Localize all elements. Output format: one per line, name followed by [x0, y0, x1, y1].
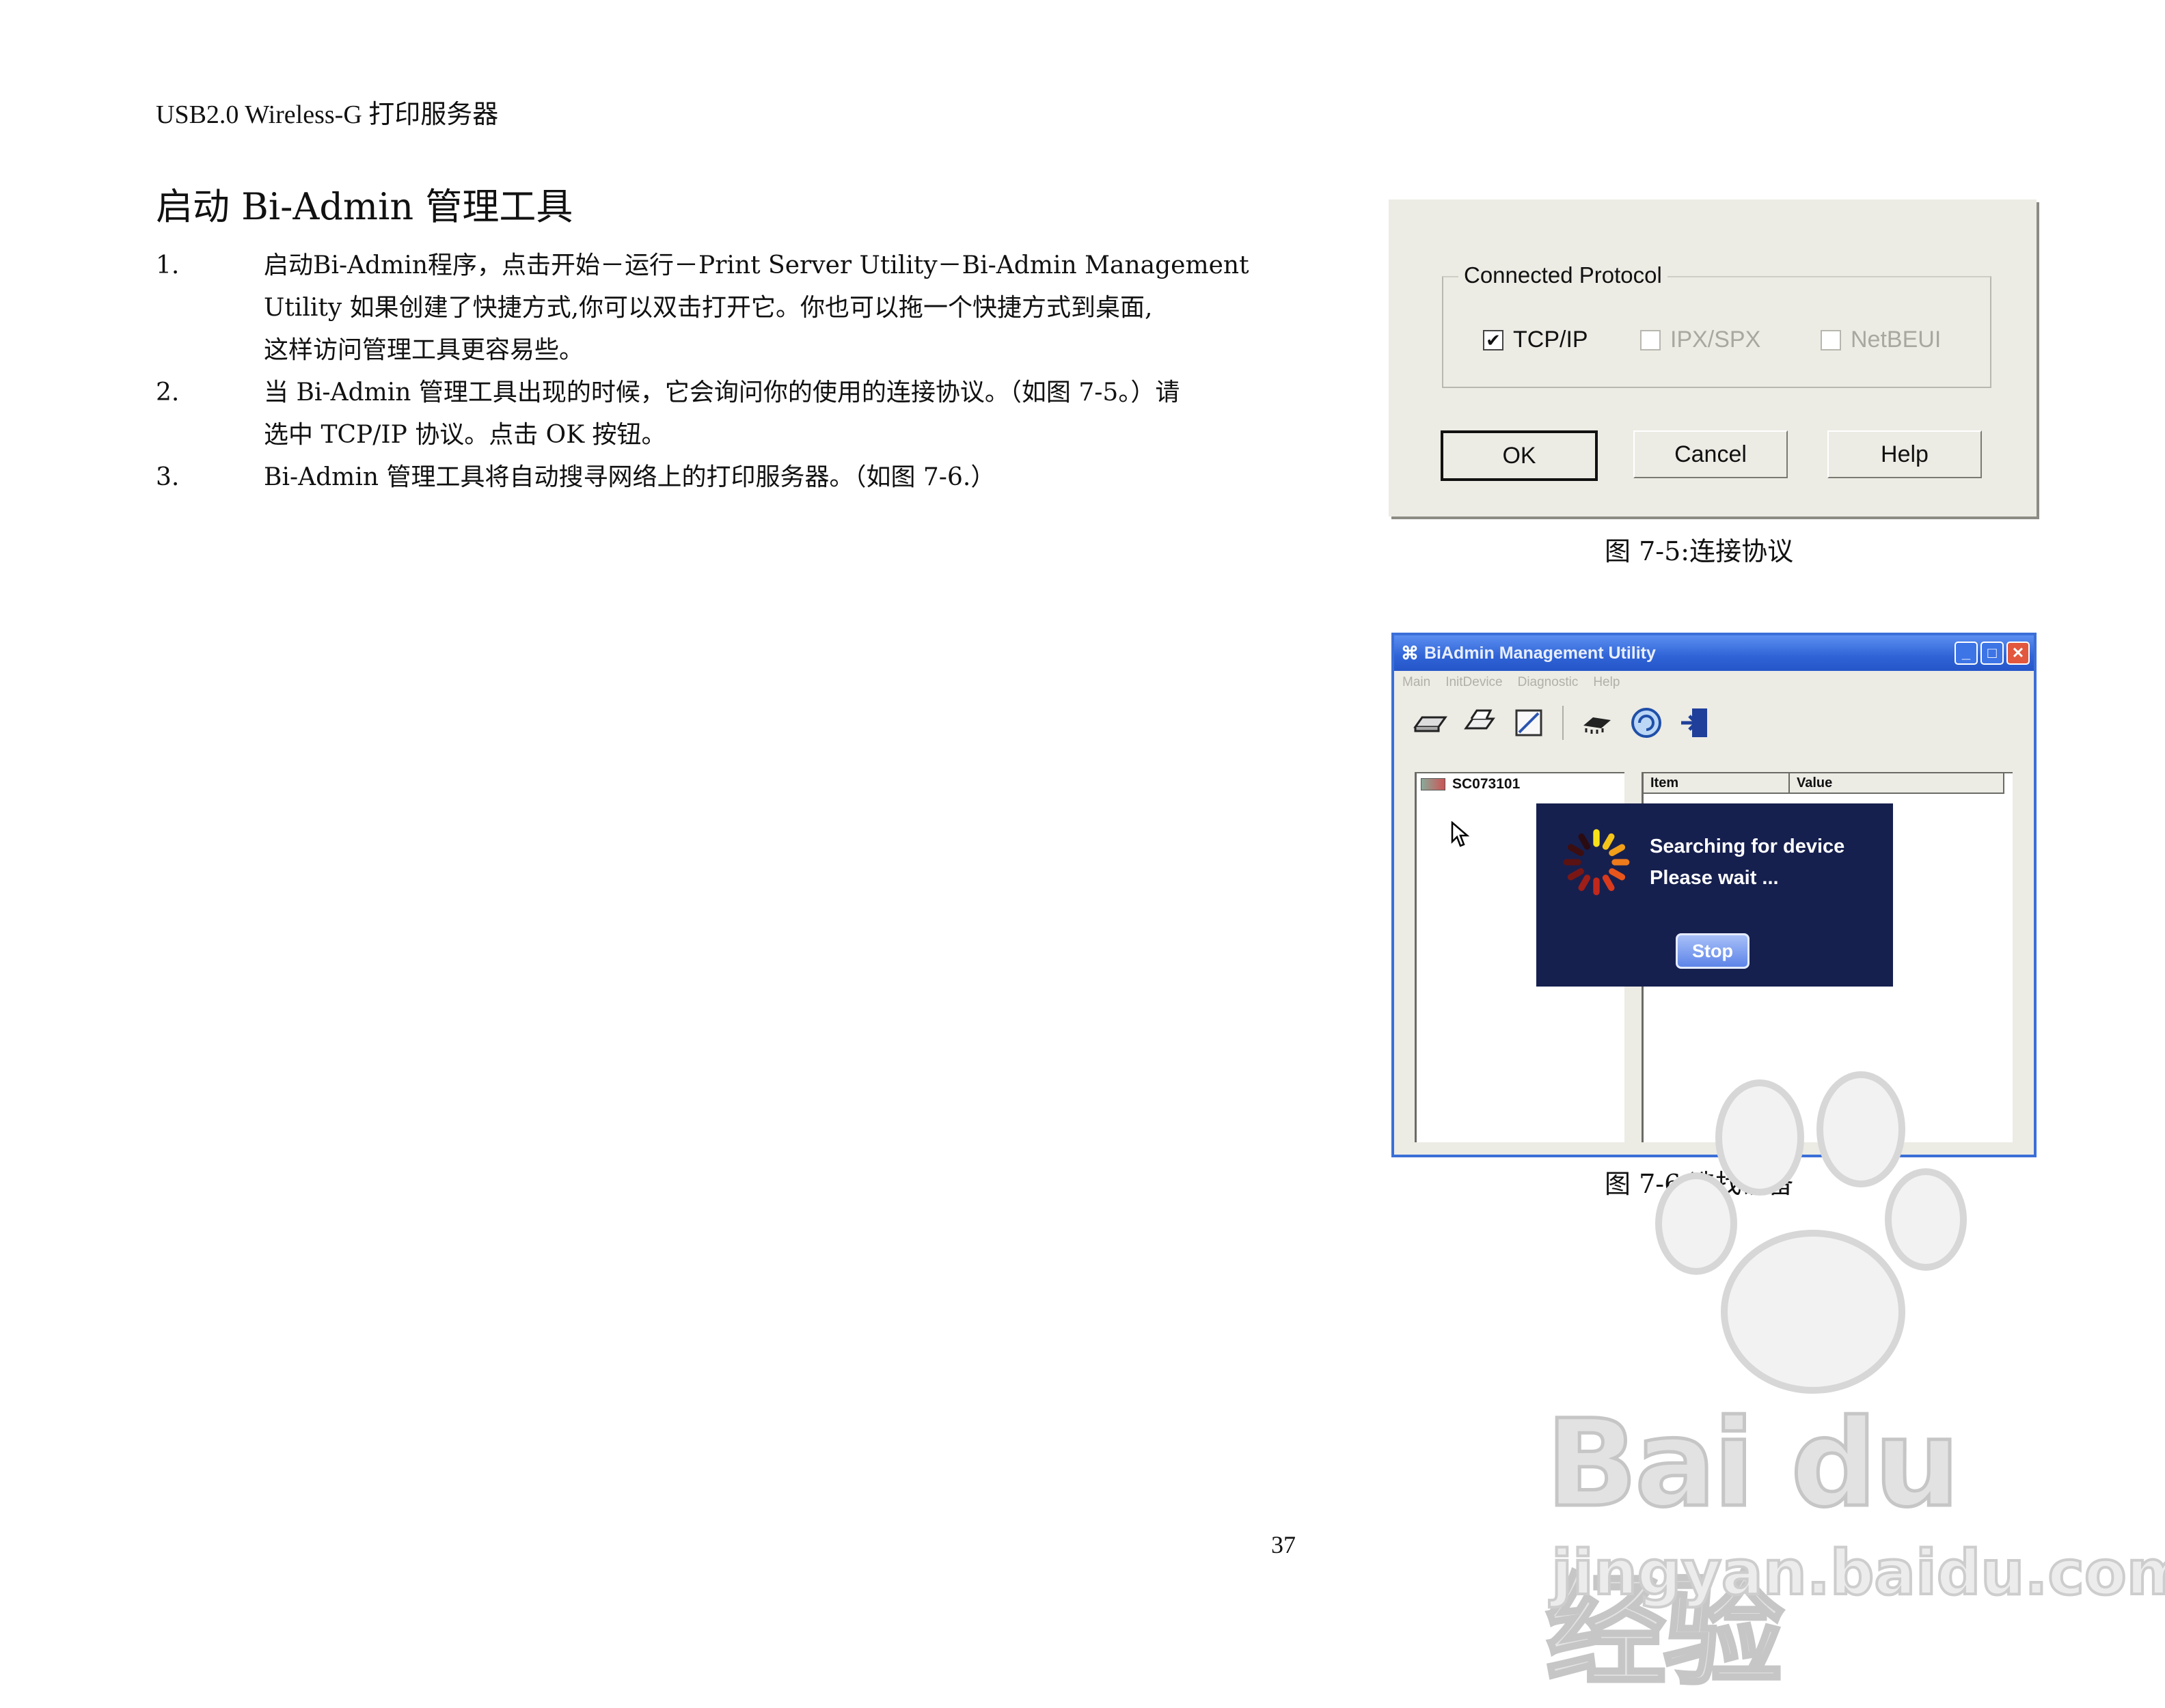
menu-initdevice[interactable]: InitDevice [1445, 675, 1502, 690]
maximize-icon[interactable]: □ [1980, 642, 2004, 665]
checkbox-box[interactable]: ✔ [1483, 329, 1503, 350]
steps-list: 1. 启动Bi-Admin程序，点击开始－运行－Print Server Uti… [156, 245, 1331, 499]
section-title: 启动 Bi-Admin 管理工具 [156, 185, 573, 228]
step-number: 3. [156, 463, 180, 491]
menu-help[interactable]: Help [1593, 675, 1620, 690]
edit-icon[interactable] [1509, 703, 1549, 743]
stop-button[interactable]: Stop [1676, 933, 1749, 969]
netbeui-checkbox: NetBEUI [1821, 327, 1941, 353]
column-header-item[interactable]: Item [1644, 773, 1790, 794]
device-icon[interactable] [1411, 703, 1450, 743]
protocol-dialog: Connected Protocol ✔ TCP/IP IPX/SPX NetB… [1389, 199, 2037, 516]
baidu-watermark: Bai du 经验 jingyan.baidu.com [1538, 1052, 2165, 1704]
step-text-line: 当 Bi-Admin 管理工具出现的时候，它会询问你的使用的连接协议。（如图 7… [264, 378, 1180, 407]
minimize-icon[interactable]: _ [1955, 642, 1978, 665]
close-icon[interactable]: ✕ [2006, 642, 2030, 665]
step-2: 2. 当 Bi-Admin 管理工具出现的时候，它会询问你的使用的连接协议。（如… [156, 372, 1331, 456]
searching-text: Searching for device Please wait ... [1650, 831, 1844, 894]
group-label: Connected Protocol [1458, 262, 1667, 288]
title-bar: ⌘ BiAdmin Management Utility _ □ ✕ [1394, 635, 2034, 671]
step-text-line: Bi-Admin 管理工具将自动搜寻网络上的打印服务器。（如图 7-6.） [264, 463, 996, 491]
spinner-icon [1563, 829, 1630, 896]
protocol-group: Connected Protocol ✔ TCP/IP IPX/SPX NetB… [1442, 262, 1991, 388]
toolbar-separator [1562, 706, 1564, 740]
device-icon [1421, 778, 1445, 790]
chip-icon[interactable] [1577, 703, 1617, 743]
searching-popup: Searching for device Please wait ... Sto… [1536, 803, 1893, 987]
cancel-button[interactable]: Cancel [1633, 430, 1788, 478]
column-header-value[interactable]: Value [1790, 773, 2004, 794]
step-text-line: 这样访问管理工具更容易些。 [264, 336, 584, 364]
step-text-line: Utility 如果创建了快捷方式,你可以双击打开它。你也可以拖一个快捷方式到桌… [264, 294, 1153, 322]
checkbox-label: IPX/SPX [1670, 327, 1761, 353]
print-server-icon[interactable] [1460, 703, 1499, 743]
mouse-cursor-icon [1449, 821, 1470, 855]
checkbox-label: TCP/IP [1513, 327, 1588, 353]
window-title: BiAdmin Management Utility [1424, 643, 1656, 663]
menu-bar: Main InitDevice Diagnostic Help [1394, 672, 2034, 693]
figure-caption: 图 7-5:连接协议 [1605, 536, 1794, 566]
menu-main[interactable]: Main [1402, 675, 1430, 690]
step-text-line: 选中 TCP/IP 协议。点击 OK 按钮。 [264, 421, 666, 449]
step-number: 1. [156, 251, 180, 279]
checkbox-box [1640, 329, 1661, 350]
menu-diagnostic[interactable]: Diagnostic [1518, 675, 1579, 690]
step-3: 3. Bi-Admin 管理工具将自动搜寻网络上的打印服务器。（如图 7-6.） [156, 456, 1331, 499]
step-number: 2. [156, 378, 180, 407]
paw-pad-icon [1721, 1230, 1905, 1394]
help-button[interactable]: Help [1827, 430, 1982, 478]
tree-item[interactable]: SC073101 [1421, 776, 1520, 793]
ipxspx-checkbox: IPX/SPX [1640, 327, 1760, 353]
refresh-icon[interactable] [1626, 703, 1666, 743]
ok-button[interactable]: OK [1441, 430, 1598, 481]
window-controls: _ □ ✕ [1955, 642, 2030, 665]
app-icon: ⌘ [1401, 643, 1419, 663]
wait-line: Please wait ... [1650, 867, 1779, 889]
exit-icon[interactable] [1676, 703, 1715, 743]
device-name: SC073101 [1452, 776, 1521, 792]
step-1: 1. 启动Bi-Admin程序，点击开始－运行－Print Server Uti… [156, 245, 1331, 372]
page-number: 37 [1271, 1531, 1296, 1558]
checkbox-box [1821, 329, 1841, 350]
page-header: USB2.0 Wireless-G 打印服务器 [156, 100, 499, 129]
paw-toe-icon [1816, 1071, 1905, 1187]
watermark-url: jingyan.baidu.com [1550, 1536, 2165, 1610]
toolbar [1400, 701, 2028, 745]
paw-toe-icon [1715, 1079, 1804, 1196]
checkbox-label: NetBEUI [1851, 327, 1942, 353]
step-text-line: 启动Bi-Admin程序，点击开始－运行－Print Server Utilit… [264, 251, 1249, 279]
searching-line: Searching for device [1650, 836, 1845, 857]
tcpip-checkbox[interactable]: ✔ TCP/IP [1483, 327, 1588, 353]
paw-toe-icon [1885, 1168, 1967, 1271]
paw-toe-icon [1655, 1172, 1737, 1275]
